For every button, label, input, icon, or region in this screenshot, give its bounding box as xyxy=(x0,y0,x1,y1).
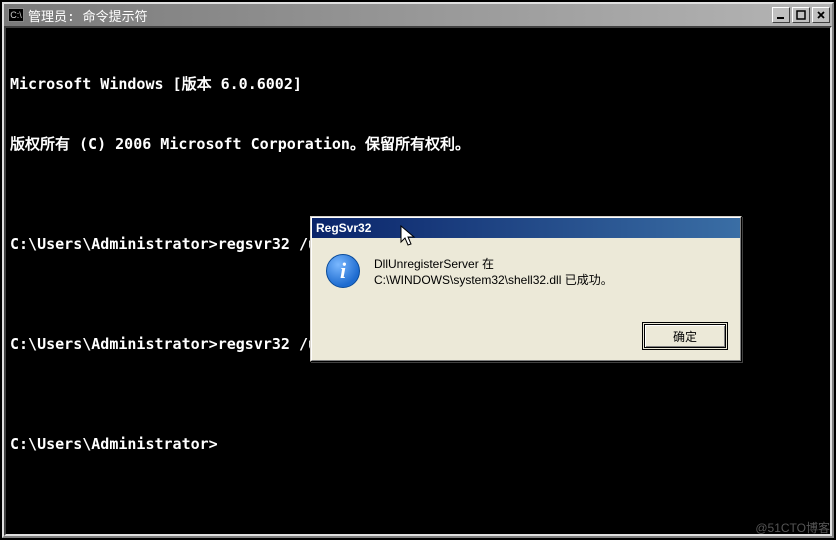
info-icon: i xyxy=(326,254,360,288)
window-controls xyxy=(772,7,830,23)
cmd-icon: C:\ xyxy=(8,8,24,22)
watermark: @51CTO博客 xyxy=(755,519,830,536)
window-title: 管理员: 命令提示符 xyxy=(28,6,768,25)
close-button[interactable] xyxy=(812,7,830,23)
terminal-line: Microsoft Windows [版本 6.0.6002] xyxy=(10,74,826,94)
titlebar[interactable]: C:\ 管理员: 命令提示符 xyxy=(4,4,832,26)
dialog-body: i DllUnregisterServer 在 C:\WINDOWS\syste… xyxy=(312,238,740,324)
ok-button[interactable]: 确定 xyxy=(644,324,726,348)
minimize-button[interactable] xyxy=(772,7,790,23)
dialog-message-line: DllUnregisterServer 在 xyxy=(374,256,613,272)
terminal-line: 版权所有 (C) 2006 Microsoft Corporation。保留所有… xyxy=(10,134,826,154)
dialog-message-line: C:\WINDOWS\system32\shell32.dll 已成功。 xyxy=(374,272,613,288)
dialog-title[interactable]: RegSvr32 xyxy=(312,218,740,238)
terminal-line: C:\Users\Administrator> xyxy=(10,434,826,454)
regsvr32-dialog: RegSvr32 i DllUnregisterServer 在 C:\WIND… xyxy=(310,216,742,362)
dialog-message: DllUnregisterServer 在 C:\WINDOWS\system3… xyxy=(374,254,613,314)
maximize-button[interactable] xyxy=(792,7,810,23)
